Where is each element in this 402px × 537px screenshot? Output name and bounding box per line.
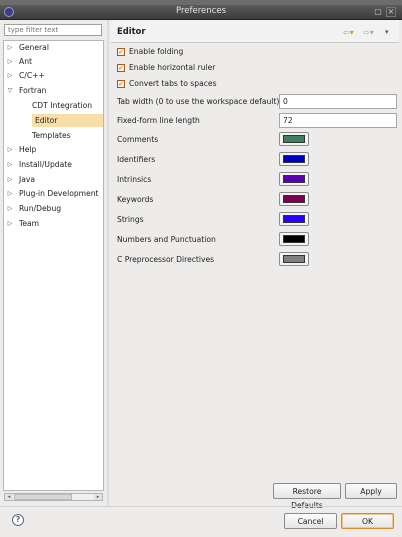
apply-button[interactable]: Apply	[345, 483, 397, 499]
strings-label: Strings	[117, 215, 144, 224]
tree-item-fortran[interactable]: ▽ Fortran	[4, 84, 103, 97]
tree-item-help[interactable]: ▷ Help	[4, 143, 103, 156]
filter-input[interactable]	[4, 24, 102, 36]
tree-item-java[interactable]: ▷ Java	[4, 173, 103, 186]
tree-item-cpp[interactable]: ▷ C/C++	[4, 69, 103, 82]
tree-item-label: Editor	[32, 114, 103, 127]
header-separator	[111, 42, 399, 43]
close-icon[interactable]: ×	[386, 7, 396, 17]
back-arrow-icon[interactable]: ⇦▾	[343, 28, 354, 37]
convert-tabs-label[interactable]: Convert tabs to spaces	[129, 79, 217, 88]
view-menu-icon[interactable]: ▾	[385, 28, 389, 36]
color-swatch	[283, 255, 305, 263]
tree-item-label: Java	[19, 175, 36, 184]
tree-item-editor[interactable]: Editor	[4, 114, 103, 127]
tree-item-label: C/C++	[19, 71, 45, 80]
forward-arrow-icon[interactable]: ⇨▾	[363, 28, 374, 37]
preprocessor-directives-color-button[interactable]	[279, 252, 309, 266]
keywords-label: Keywords	[117, 195, 154, 204]
color-swatch	[283, 135, 305, 143]
convert-tabs-checkbox[interactable]: ✓	[117, 80, 125, 88]
preprocessor-directives-label: C Preprocessor Directives	[117, 255, 215, 264]
numbers-punctuation-label: Numbers and Punctuation	[117, 235, 216, 244]
tree-item-ant[interactable]: ▷ Ant	[4, 55, 103, 68]
color-swatch	[283, 235, 305, 243]
tab-width-field[interactable]	[279, 94, 397, 109]
numbers-punctuation-color-button[interactable]	[279, 232, 309, 246]
intrinsics-label: Intrinsics	[117, 175, 152, 184]
help-icon[interactable]: ?	[12, 514, 24, 526]
cancel-button[interactable]: Cancel	[284, 513, 337, 529]
strings-color-button[interactable]	[279, 212, 309, 226]
collapse-arrow-icon[interactable]: ▽	[6, 84, 14, 97]
preference-tree: ▷ General ▷ Ant ▷ C/C++ ▽ Fortran CDT In…	[3, 40, 104, 491]
keywords-color-button[interactable]	[279, 192, 309, 206]
tab-width-label: Tab width (0 to use the workspace defaul…	[117, 97, 280, 106]
line-length-field[interactable]	[279, 113, 397, 128]
tree-item-general[interactable]: ▷ General	[4, 41, 103, 54]
tree-item-label: Ant	[19, 57, 32, 66]
color-swatch	[283, 215, 305, 223]
expand-arrow-icon[interactable]: ▷	[6, 187, 14, 200]
ok-button[interactable]: OK	[341, 513, 394, 529]
expand-arrow-icon[interactable]: ▷	[6, 217, 14, 230]
enable-horizontal-ruler-label[interactable]: Enable horizontal ruler	[129, 63, 215, 72]
tree-item-label: CDT Integration	[32, 101, 93, 110]
footer-separator	[0, 506, 402, 507]
intrinsics-color-button[interactable]	[279, 172, 309, 186]
expand-arrow-icon[interactable]: ▷	[6, 69, 14, 82]
tree-item-label: Fortran	[19, 86, 47, 95]
title-bar: Preferences ▢ ×	[0, 5, 402, 20]
tree-horizontal-scrollbar[interactable]: ◂ ▸	[4, 493, 103, 501]
tree-item-label: Plug-in Development	[19, 189, 99, 198]
window-title: Preferences	[176, 6, 226, 16]
tree-item-label: Team	[19, 219, 40, 228]
page-header: Editor ⇦▾ ⇨▾ ▾	[111, 20, 399, 42]
tree-item-label: General	[19, 43, 49, 52]
tree-item-team[interactable]: ▷ Team	[4, 217, 103, 230]
line-length-label: Fixed-form line length	[117, 116, 200, 125]
scroll-left-icon[interactable]: ◂	[5, 494, 13, 500]
page-title: Editor	[117, 26, 146, 36]
tree-item-cdt-integration[interactable]: CDT Integration	[4, 99, 103, 112]
identifiers-label: Identifiers	[117, 155, 156, 164]
enable-folding-label[interactable]: Enable folding	[129, 47, 183, 56]
tree-item-install-update[interactable]: ▷ Install/Update	[4, 158, 103, 171]
panel-sash[interactable]	[107, 20, 109, 506]
expand-arrow-icon[interactable]: ▷	[6, 158, 14, 171]
enable-horizontal-ruler-checkbox[interactable]: ✓	[117, 64, 125, 72]
color-swatch	[283, 155, 305, 163]
restore-defaults-button[interactable]: Restore Defaults	[273, 483, 341, 510]
tree-item-label: Install/Update	[19, 160, 72, 169]
color-swatch	[283, 175, 305, 183]
scroll-right-icon[interactable]: ▸	[94, 494, 102, 500]
comments-label: Comments	[117, 135, 159, 144]
expand-arrow-icon[interactable]: ▷	[6, 143, 14, 156]
tree-item-plugin-development[interactable]: ▷ Plug-in Development	[4, 187, 103, 200]
identifiers-color-button[interactable]	[279, 152, 309, 166]
comments-color-button[interactable]	[279, 132, 309, 146]
tree-item-templates[interactable]: Templates	[4, 129, 103, 142]
expand-arrow-icon[interactable]: ▷	[6, 202, 14, 215]
tree-item-label: Help	[19, 145, 37, 154]
expand-arrow-icon[interactable]: ▷	[6, 41, 14, 54]
expand-arrow-icon[interactable]: ▷	[6, 173, 14, 186]
color-swatch	[283, 195, 305, 203]
tree-item-label: Templates	[32, 131, 71, 140]
enable-folding-checkbox[interactable]: ✓	[117, 48, 125, 56]
tree-item-run-debug[interactable]: ▷ Run/Debug	[4, 202, 103, 215]
expand-arrow-icon[interactable]: ▷	[6, 55, 14, 68]
maximize-icon[interactable]: ▢	[373, 7, 383, 17]
scroll-thumb[interactable]	[14, 494, 72, 500]
tree-item-label: Run/Debug	[19, 204, 62, 213]
